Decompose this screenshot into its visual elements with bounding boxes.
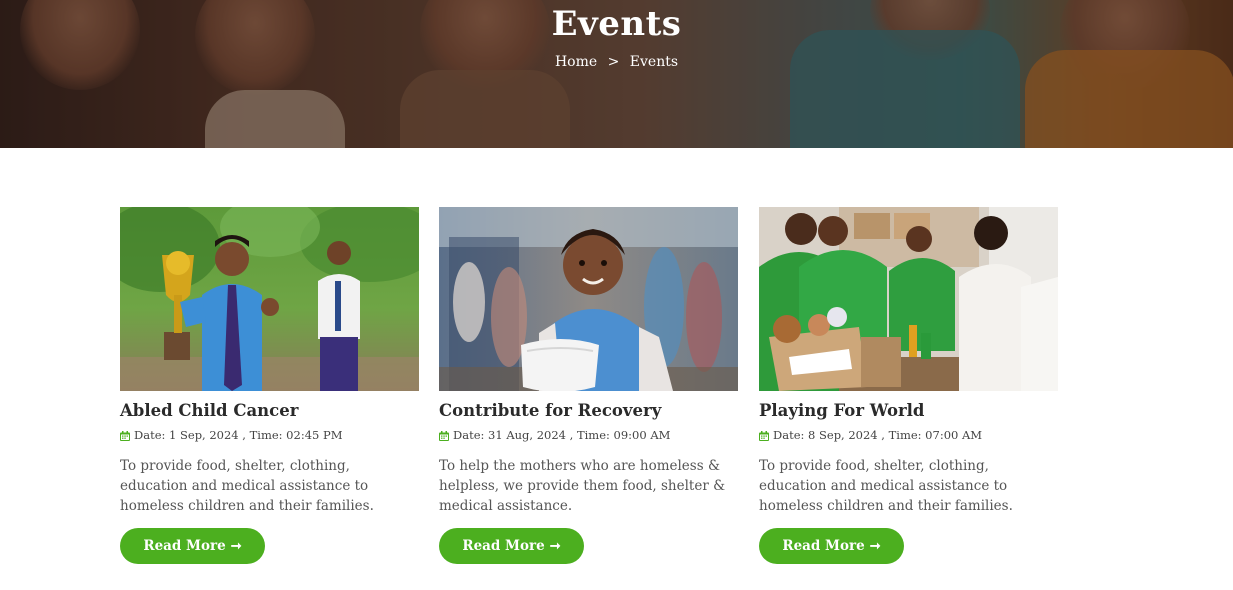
breadcrumb: Home > Events bbox=[0, 54, 1233, 70]
event-image-volunteers-with-donations[interactable] bbox=[759, 207, 1058, 391]
read-more-button[interactable]: Read More ➞ bbox=[439, 528, 584, 564]
event-meta: Date: 1 Sep, 2024 , Time: 02:45 PM bbox=[120, 428, 419, 442]
volunteers-donations-photo bbox=[759, 207, 1058, 391]
event-description: To provide food, shelter, clothing, educ… bbox=[120, 458, 374, 514]
event-image-boy-with-trophy[interactable] bbox=[120, 207, 419, 391]
event-date-time: Date: 1 Sep, 2024 , Time: 02:45 PM bbox=[134, 428, 343, 442]
event-meta: Date: 31 Aug, 2024 , Time: 09:00 AM bbox=[439, 428, 738, 442]
arrow-right-icon: ➞ bbox=[549, 538, 561, 554]
boy-with-trophy-photo bbox=[120, 207, 419, 391]
event-description: To help the mothers who are homeless & h… bbox=[439, 458, 726, 514]
calendar-icon bbox=[120, 430, 130, 441]
event-card: Playing For World Date: 8 Sep, 2024 , Ti… bbox=[759, 207, 1058, 564]
event-description: To provide food, shelter, clothing, educ… bbox=[759, 458, 1013, 514]
breadcrumb-current: Events bbox=[629, 54, 679, 70]
event-card: Abled Child Cancer Date: 1 Sep, 2024 , T… bbox=[120, 207, 419, 564]
read-more-button[interactable]: Read More ➞ bbox=[120, 528, 265, 564]
event-title[interactable]: Abled Child Cancer bbox=[120, 401, 419, 420]
calendar-icon bbox=[759, 430, 769, 441]
arrow-right-icon: ➞ bbox=[230, 538, 242, 554]
read-more-label: Read More bbox=[143, 538, 226, 554]
event-card: Contribute for Recovery Date: 31 Aug, 20… bbox=[439, 207, 738, 564]
event-date-time: Date: 31 Aug, 2024 , Time: 09:00 AM bbox=[453, 428, 671, 442]
read-more-label: Read More bbox=[782, 538, 865, 554]
read-more-button[interactable]: Read More ➞ bbox=[759, 528, 904, 564]
girl-holding-food-bag-photo bbox=[439, 207, 738, 391]
hero-banner: Events Home > Events bbox=[0, 0, 1233, 148]
read-more-label: Read More bbox=[462, 538, 545, 554]
breadcrumb-separator: > bbox=[607, 54, 620, 70]
event-date-time: Date: 8 Sep, 2024 , Time: 07:00 AM bbox=[773, 428, 983, 442]
arrow-right-icon: ➞ bbox=[869, 538, 881, 554]
page-title: Events bbox=[551, 4, 682, 44]
event-title[interactable]: Playing For World bbox=[759, 401, 1058, 420]
event-title[interactable]: Contribute for Recovery bbox=[439, 401, 738, 420]
calendar-icon bbox=[439, 430, 449, 441]
event-image-girl-with-food-bag[interactable] bbox=[439, 207, 738, 391]
event-meta: Date: 8 Sep, 2024 , Time: 07:00 AM bbox=[759, 428, 1058, 442]
breadcrumb-home-link[interactable]: Home bbox=[555, 54, 597, 70]
